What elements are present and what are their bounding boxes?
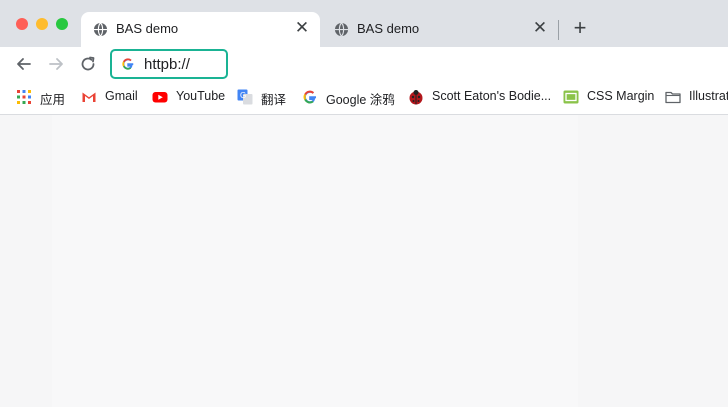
bookmark-label: 翻译 [261, 93, 287, 107]
apps-grid-icon [17, 90, 31, 104]
bookmark-label: YouTube [176, 89, 226, 103]
new-tab-button[interactable]: + [569, 17, 591, 39]
maximize-window-button[interactable] [56, 18, 68, 30]
css-icon [563, 90, 579, 104]
gmail-icon [82, 92, 96, 102]
close-window-button[interactable] [16, 18, 28, 30]
globe-icon [334, 22, 349, 37]
address-input[interactable] [144, 54, 224, 74]
translate-icon: G [237, 89, 253, 105]
bookmark-label: Scott Eaton's Bodie... [432, 89, 552, 103]
close-tab-icon[interactable]: ✕ [292, 18, 312, 38]
ladybug-icon [409, 90, 423, 105]
reload-icon[interactable] [78, 54, 98, 74]
bookmark-label: Gmail [105, 89, 138, 103]
folder-icon [665, 91, 681, 104]
tab-separator [558, 20, 559, 40]
bookmark-label: Google 涂鸦 [326, 93, 395, 107]
bookmark-label: 应用 [40, 93, 66, 107]
bookmark-label: Illustrat [689, 89, 728, 103]
bookmarks-bar: 应用 Gmail YouTube G 翻译 Google 涂鸦 Scott Ea… [0, 81, 728, 115]
minimize-window-button[interactable] [36, 18, 48, 30]
bookmark-label: CSS Margin [587, 89, 655, 103]
google-icon [303, 90, 316, 104]
svg-text:G: G [240, 91, 246, 100]
globe-icon [93, 22, 108, 37]
tab-strip: BAS demo ✕ BAS demo ✕ + [0, 0, 728, 47]
content-panel [52, 115, 578, 407]
tab-title: BAS demo [357, 21, 420, 36]
back-arrow-icon[interactable] [14, 54, 34, 74]
tab-title: BAS demo [116, 21, 179, 36]
toolbar [0, 47, 728, 81]
tab-bas-demo[interactable]: BAS demo ✕ [322, 12, 558, 47]
google-icon [122, 58, 134, 70]
tab-bas-demo-active[interactable]: BAS demo ✕ [81, 12, 320, 47]
browser-window: BAS demo ✕ BAS demo ✕ + httpb:// 应用 Gmai… [0, 0, 728, 407]
youtube-icon [152, 92, 168, 103]
forward-arrow-icon[interactable] [46, 54, 66, 74]
address-bar[interactable] [110, 49, 228, 79]
close-tab-icon[interactable]: ✕ [530, 18, 550, 38]
page-content [0, 115, 728, 407]
